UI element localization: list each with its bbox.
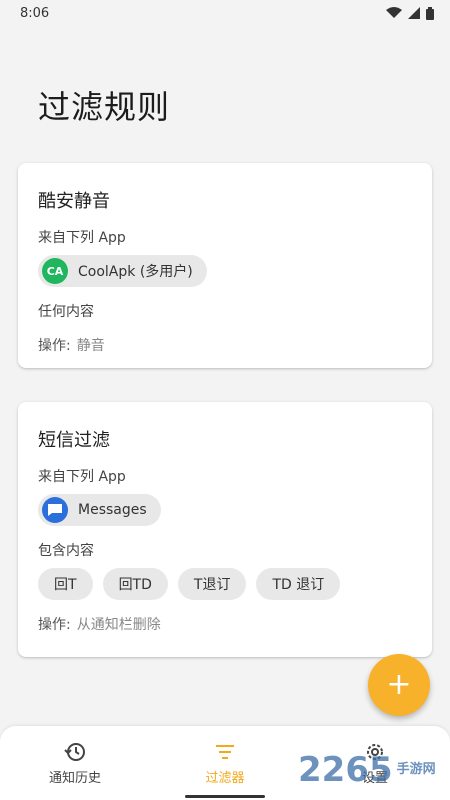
- app-chip-label: CoolApk (多用户): [78, 264, 193, 280]
- watermark-logo: 2265 手游网: [298, 745, 448, 795]
- action-value: 从通知栏删除: [76, 617, 161, 633]
- watermark-text: 手游网: [396, 761, 436, 777]
- battery-icon: [426, 6, 434, 20]
- history-icon: [64, 742, 85, 761]
- action-prefix: 操作:: [38, 338, 71, 354]
- keyword-chip[interactable]: T退订: [177, 568, 247, 600]
- content-condition-label: 包含内容: [38, 543, 94, 559]
- watermark-number: 2265: [298, 750, 393, 790]
- signal-icon: [408, 7, 420, 19]
- status-time: 8:06: [20, 5, 50, 21]
- app-chip-label: Messages: [78, 502, 147, 518]
- keyword-chip[interactable]: TD 退订: [256, 568, 341, 600]
- status-bar: 8:06: [0, 0, 450, 26]
- page-title: 过滤规则: [38, 88, 171, 126]
- nav-label: 通知历史: [48, 770, 101, 786]
- keyword-chip[interactable]: 回T: [38, 568, 93, 600]
- from-app-label: 来自下列 App: [38, 469, 126, 485]
- keyword-list: 回T 回TD T退订 TD 退订: [38, 568, 412, 600]
- from-app-label: 来自下列 App: [38, 230, 126, 246]
- rule-card-coolapk[interactable]: 酷安静音 来自下列 App CA CoolApk (多用户) 任何内容 操作: 静…: [18, 163, 432, 368]
- action-value: 静音: [76, 338, 105, 354]
- rule-title: 酷安静音: [38, 191, 110, 212]
- filter-icon: [216, 744, 234, 759]
- rule-card-sms[interactable]: 短信过滤 来自下列 App Messages 包含内容 回T 回TD T退订 T…: [18, 402, 432, 657]
- nav-label: 过滤器: [205, 770, 245, 786]
- rule-action: 操作: 静音: [38, 335, 412, 355]
- status-icons: [386, 6, 434, 20]
- rule-action: 操作: 从通知栏删除: [38, 614, 412, 634]
- coolapk-app-icon: CA: [42, 258, 68, 284]
- action-prefix: 操作:: [38, 617, 71, 633]
- content-condition-label: 任何内容: [38, 304, 94, 320]
- gesture-bar: [185, 795, 265, 798]
- app-chip-messages[interactable]: Messages: [38, 494, 161, 526]
- nav-item-history[interactable]: 通知历史: [15, 741, 135, 786]
- add-rule-button[interactable]: +: [368, 654, 430, 716]
- nav-item-filter[interactable]: 过滤器: [165, 741, 285, 786]
- rule-title: 短信过滤: [38, 430, 110, 451]
- app-chip-coolapk[interactable]: CA CoolApk (多用户): [38, 255, 207, 287]
- keyword-chip[interactable]: 回TD: [102, 568, 168, 600]
- wifi-icon: [386, 7, 402, 18]
- messages-app-icon: [42, 497, 68, 523]
